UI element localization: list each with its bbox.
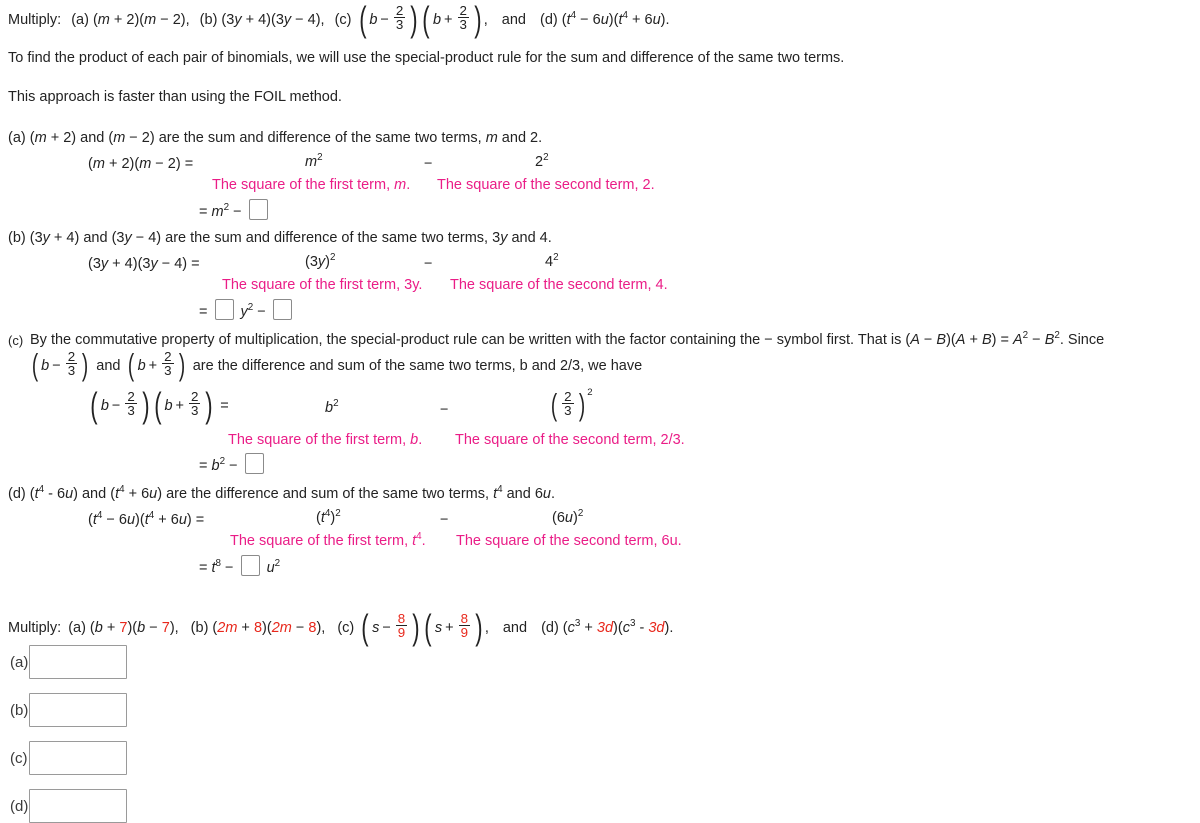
exercise-c-factor2: ( s + 8 9 )	[424, 607, 483, 648]
solution-a-note-1: The square of the first term, m.	[212, 177, 411, 193]
problem-lead: Multiply:	[8, 12, 62, 29]
exercise-lead: Multiply:	[8, 620, 62, 637]
solution-d-note-2: The square of the second term, 6u.	[456, 533, 682, 549]
answer-label-c: (c)	[10, 749, 28, 767]
c-lhs-factor2: ( b + 2 3 )	[153, 385, 214, 426]
solution-b-term1: (3y)2	[305, 252, 336, 270]
answer-input-a[interactable]	[29, 645, 128, 679]
problem-part-b: (b) (3y + 4)(3y − 4),	[199, 12, 325, 29]
blank-input-d1[interactable]	[240, 555, 260, 576]
answer-row-c: (c)	[10, 741, 127, 775]
solution-b-note-2: The square of the second term, 4.	[450, 277, 668, 293]
problem-part-d: (d) (t4 − 6u)(t4 + 6u).	[540, 10, 670, 29]
solution-a-lhs: (m + 2)(m − 2) =	[88, 156, 194, 172]
solution-a-term1: m2	[305, 152, 323, 170]
c-lhs-factor1: ( b − 2 3 )	[90, 385, 150, 426]
fraction-two-thirds-2: 2 3	[457, 2, 469, 33]
solution-c-operator: −	[440, 402, 449, 418]
exercise-d-label: (d)	[541, 620, 559, 637]
fraction-two-thirds-1: 2 3	[393, 2, 406, 33]
answer-row-b: (b)	[10, 693, 128, 727]
answer-label-b: (b)	[10, 701, 29, 719]
solution-d-term1: (t4)2	[316, 508, 341, 526]
answer-label-a: (a)	[10, 653, 29, 671]
solution-d-term2: (6u)2	[552, 508, 584, 526]
intro-line-1: To find the product of each pair of bino…	[8, 50, 845, 66]
intro-line-2: This approach is faster than using the F…	[8, 89, 342, 105]
c-minus: −	[380, 12, 389, 29]
solution-d-result: = t8 − u2	[199, 555, 280, 576]
exercise-statement: Multiply: (a) (b + 7)(b − 7), (b) (2m + …	[8, 607, 674, 648]
solution-b-term2: 42	[545, 252, 559, 270]
solution-c-term2: ( 2 3 ) 2	[550, 386, 593, 423]
c-var-1: b	[369, 12, 378, 29]
solution-a-term2: 22	[535, 152, 549, 170]
solution-b-operator: −	[424, 256, 433, 272]
exercise-c-factor1: ( s − 8 9 )	[361, 607, 420, 648]
solution-c-result: = b2 −	[199, 453, 267, 474]
solution-d-lhs: (t4 − 6u)(t4 + 6u) =	[88, 510, 205, 528]
exercise-b-expr: (2m + 8)(2m − 8),	[212, 620, 326, 637]
fraction-eight-ninths-1: 8 9	[395, 610, 408, 641]
problem-part-c-factor2: ( b + 2 3 )	[422, 0, 482, 40]
solution-c-label: (c)	[8, 333, 24, 348]
exercise-a-label: (a)	[68, 620, 86, 637]
solution-d-note-1: The square of the first term, t4.	[230, 531, 426, 549]
answer-row-a: (a)	[10, 645, 128, 679]
blank-input-c1[interactable]	[244, 453, 264, 474]
c-heading-factor1: ( b − 2 3 )	[31, 348, 89, 383]
c-comma: ,	[483, 12, 488, 29]
answer-input-b[interactable]	[29, 693, 128, 727]
blank-input-b1[interactable]	[214, 299, 234, 320]
blank-input-b2[interactable]	[272, 299, 292, 320]
exercise-and: and	[502, 620, 528, 637]
problem-part-c-label: (c)	[334, 12, 352, 29]
solution-c-note-1: The square of the first term, b.	[228, 432, 423, 448]
worksheet-page: Multiply: (a) (m + 2)(m − 2), (b) (3y + …	[0, 0, 1200, 823]
solution-a-result: = m2 −	[199, 199, 271, 220]
problem-and: and	[501, 12, 526, 29]
solution-c-term1: b2	[325, 398, 339, 416]
solution-a-heading: (a) (m + 2) and (m − 2) are the sum and …	[8, 130, 543, 146]
blank-input-a1[interactable]	[248, 199, 268, 220]
answer-input-c[interactable]	[28, 741, 127, 775]
answer-label-d: (d)	[10, 797, 29, 815]
solution-a-operator: −	[424, 156, 433, 172]
solution-c-heading-line2: ( b − 2 3 ) and ( b + 2 3 ) are the diff…	[31, 348, 643, 383]
solution-a-note-2: The square of the second term, 2.	[437, 177, 655, 193]
solution-b-heading: (b) (3y + 4) and (3y − 4) are the sum an…	[8, 230, 552, 246]
solution-d-heading: (d) (t4 - 6u) and (t4 + 6u) are the diff…	[8, 484, 556, 502]
fraction-eight-ninths-2: 8 9	[458, 610, 470, 641]
exercise-b-label: (b)	[190, 620, 209, 637]
solution-b-result: = y2 −	[199, 299, 295, 320]
c-var-2: b	[432, 12, 442, 29]
exercise-a-expr: (b + 7)(b − 7),	[89, 620, 179, 637]
solution-d-operator: −	[440, 512, 449, 528]
solution-b-lhs: (3y + 4)(3y − 4) =	[88, 256, 200, 272]
solution-c-lhs: ( b − 2 3 ) ( b + 2 3 ) =	[88, 385, 228, 426]
exercise-d-expr: (c3 + 3d)(c3 - 3d).	[562, 618, 674, 637]
solution-c-note-2: The square of the second term, 2/3.	[455, 432, 685, 448]
problem-part-a: (a) (m + 2)(m − 2),	[71, 12, 190, 29]
exercise-c-label: (c)	[337, 620, 355, 637]
problem-statement: Multiply: (a) (m + 2)(m − 2), (b) (3y + …	[8, 0, 670, 40]
c-heading-factor2: ( b + 2 3 )	[128, 348, 185, 383]
c-plus: +	[444, 12, 453, 29]
solution-c-heading-line1: By the commutative property of multiplic…	[30, 330, 1105, 348]
problem-part-c-factor1: ( b − 2 3 )	[358, 0, 418, 40]
solution-b-note-1: The square of the first term, 3y.	[222, 277, 423, 293]
